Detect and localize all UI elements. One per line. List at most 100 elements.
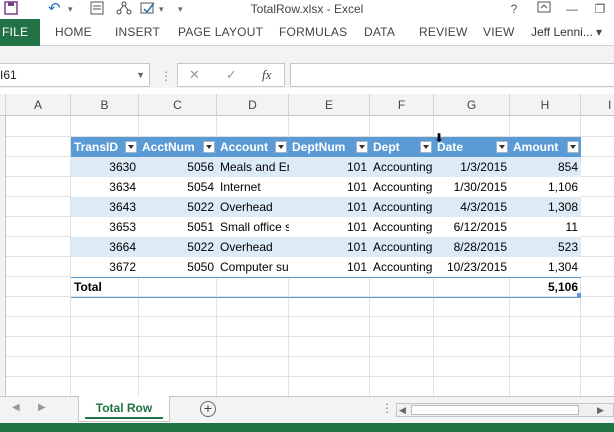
cell-transid[interactable]: 3630 [71, 157, 139, 177]
cell-transid[interactable]: 3672 [71, 257, 139, 277]
ribbon-options-icon[interactable] [530, 0, 558, 19]
sheet-tab-total-row[interactable]: Total Row [78, 396, 170, 422]
cell-acctnum[interactable]: 5022 [139, 237, 217, 257]
cell-acctnum[interactable]: 5051 [139, 217, 217, 237]
cell-account[interactable]: Overhead [217, 237, 289, 257]
cell-deptnum[interactable]: 101 [289, 177, 370, 197]
column-header-c[interactable]: C [139, 94, 217, 116]
cell-account[interactable]: Small office supplies [217, 217, 289, 237]
cell-date[interactable]: 4/3/2015 [434, 197, 510, 217]
restore-button[interactable]: ❐ [586, 0, 614, 19]
filter-active-icon[interactable] [420, 141, 432, 153]
cell-dept[interactable]: Accounting [370, 257, 434, 277]
name-box[interactable]: I61 ▼ [0, 63, 150, 87]
tab-home[interactable]: HOME [55, 19, 92, 46]
column-header-i[interactable]: I [581, 94, 614, 116]
tab-file[interactable]: FILE [0, 19, 40, 46]
tab-insert[interactable]: INSERT [115, 19, 160, 46]
table-header-transid[interactable]: TransID [71, 137, 139, 157]
mouse-cursor-icon: ⬇ [434, 131, 445, 145]
cell-amount[interactable]: 854 [510, 157, 581, 177]
cell-deptnum[interactable]: 101 [289, 217, 370, 237]
worksheet-grid[interactable]: A B C D E F G H I TransID AcctNum Accoun… [0, 88, 614, 396]
column-header-g[interactable]: G [434, 94, 510, 116]
total-label[interactable]: Total [71, 277, 139, 297]
user-account[interactable]: Jeff Lenni... [531, 19, 593, 46]
cell-date[interactable]: 6/12/2015 [434, 217, 510, 237]
cell-amount[interactable]: 1,304 [510, 257, 581, 277]
table-header-date[interactable]: Date [434, 137, 510, 157]
filter-dropdown-icon[interactable] [125, 141, 137, 153]
cell-dept[interactable]: Accounting [370, 237, 434, 257]
column-header-b[interactable]: B [71, 94, 139, 116]
filter-dropdown-icon[interactable] [356, 141, 368, 153]
cell-account[interactable]: Computer supplies [217, 257, 289, 277]
scrollbar-thumb[interactable] [411, 405, 579, 415]
cell-amount[interactable]: 1,106 [510, 177, 581, 197]
cell-dept[interactable]: Accounting [370, 217, 434, 237]
column-header-d[interactable]: D [217, 94, 289, 116]
cell-deptnum[interactable]: 101 [289, 237, 370, 257]
cell-transid[interactable]: 3634 [71, 177, 139, 197]
cell-transid[interactable]: 3643 [71, 197, 139, 217]
minimize-button[interactable]: — [558, 0, 586, 19]
cell-deptnum[interactable]: 101 [289, 197, 370, 217]
table-header-acctnum[interactable]: AcctNum [139, 137, 217, 157]
table-header-amount[interactable]: Amount [510, 137, 581, 157]
table-header-account[interactable]: Account [217, 137, 289, 157]
cell-acctnum[interactable]: 5054 [139, 177, 217, 197]
filter-dropdown-icon[interactable] [496, 141, 508, 153]
cell-dept[interactable]: Accounting [370, 157, 434, 177]
next-sheet-icon[interactable]: ▶ [38, 402, 46, 413]
filter-dropdown-icon[interactable] [275, 141, 287, 153]
table-resize-handle[interactable] [577, 293, 581, 297]
filter-dropdown-icon[interactable] [567, 141, 579, 153]
tab-data[interactable]: DATA [364, 19, 395, 46]
cell-dept[interactable]: Accounting [370, 177, 434, 197]
account-dropdown-icon[interactable]: ▾ [596, 19, 602, 46]
tab-view[interactable]: VIEW [483, 19, 514, 46]
filter-dropdown-icon[interactable] [203, 141, 215, 153]
scroll-right-icon[interactable]: ▶ [597, 405, 604, 416]
name-box-dropdown-icon[interactable]: ▼ [136, 64, 145, 86]
column-header-a[interactable]: A [6, 94, 71, 116]
cell-acctnum[interactable]: 5022 [139, 197, 217, 217]
tab-formulas[interactable]: FORMULAS [279, 19, 347, 46]
cell-transid[interactable]: 3653 [71, 217, 139, 237]
horizontal-scrollbar[interactable]: ◀ ▶ [396, 403, 614, 417]
cell-amount[interactable]: 523 [510, 237, 581, 257]
add-sheet-icon[interactable]: + [200, 401, 216, 417]
cell-date[interactable]: 1/30/2015 [434, 177, 510, 197]
cell-account[interactable]: Overhead [217, 197, 289, 217]
cell-date[interactable]: 1/3/2015 [434, 157, 510, 177]
cell-account[interactable]: Meals and Entertainment [217, 157, 289, 177]
prev-sheet-icon[interactable]: ◀ [12, 402, 20, 413]
column-header-h[interactable]: H [510, 94, 581, 116]
cell-transid[interactable]: 3664 [71, 237, 139, 257]
insert-function-icon[interactable]: fx [262, 67, 271, 83]
column-header-f[interactable]: F [370, 94, 434, 116]
cell-date[interactable]: 10/23/2015 [434, 257, 510, 277]
cell-deptnum[interactable]: 101 [289, 157, 370, 177]
cell-date[interactable]: 8/28/2015 [434, 237, 510, 257]
formula-input[interactable] [290, 63, 614, 87]
total-amount[interactable]: 5,106 [510, 277, 581, 297]
table-header-dept[interactable]: Dept [370, 137, 434, 157]
cell-account[interactable]: Internet [217, 177, 289, 197]
tab-split-grip-icon[interactable]: ⋮ [381, 401, 393, 415]
cancel-icon[interactable]: ✕ [189, 67, 200, 83]
scroll-left-icon[interactable]: ◀ [399, 405, 406, 416]
cell-acctnum[interactable]: 5056 [139, 157, 217, 177]
table-header-deptnum[interactable]: DeptNum [289, 137, 370, 157]
cell-amount[interactable]: 1,308 [510, 197, 581, 217]
cell-deptnum[interactable]: 101 [289, 257, 370, 277]
formula-bar-grip-icon[interactable]: ⋮ [160, 69, 172, 83]
cell-acctnum[interactable]: 5050 [139, 257, 217, 277]
tab-review[interactable]: REVIEW [419, 19, 468, 46]
cell-amount[interactable]: 11 [510, 217, 581, 237]
cell-dept[interactable]: Accounting [370, 197, 434, 217]
column-header-e[interactable]: E [289, 94, 370, 116]
tab-page-layout[interactable]: PAGE LAYOUT [178, 19, 263, 46]
enter-icon[interactable]: ✓ [226, 67, 237, 83]
help-button[interactable]: ? [500, 0, 528, 19]
